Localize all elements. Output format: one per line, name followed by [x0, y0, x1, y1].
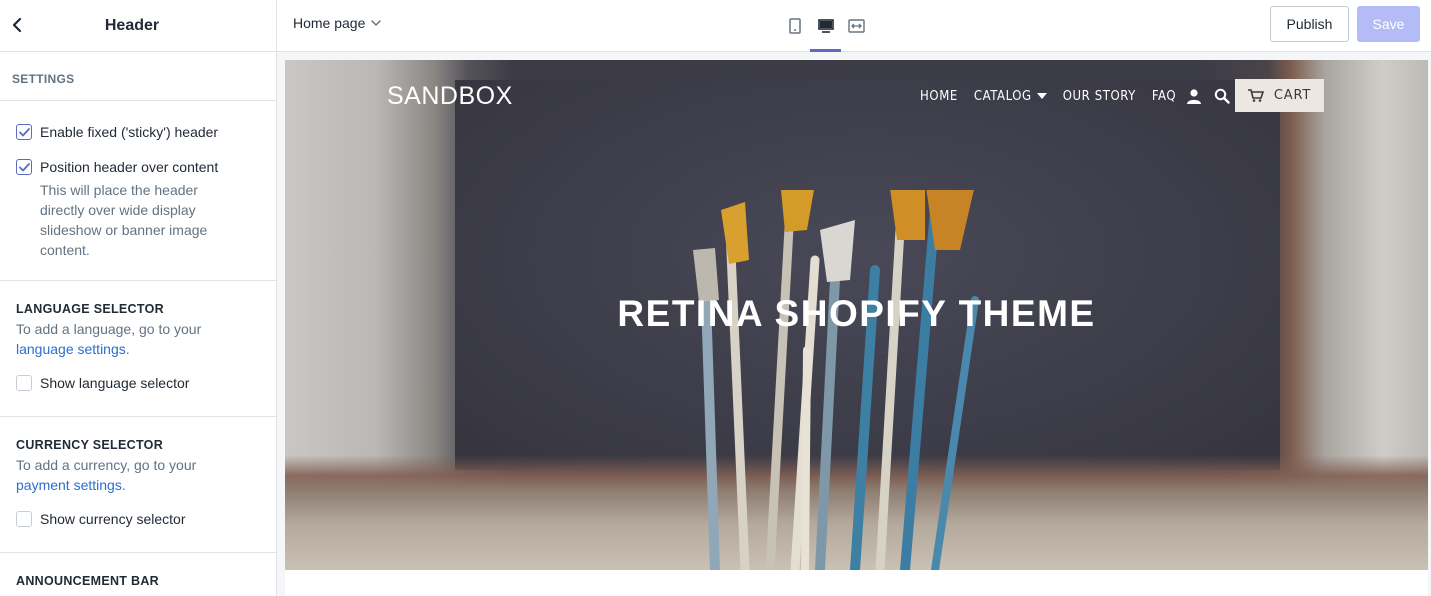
position-header-label: Position header over content — [40, 159, 219, 175]
currency-selector-section: CURRENCY SELECTOR To add a currency, go … — [0, 417, 276, 553]
menu-item-our-story[interactable]: OUR STORY — [1063, 89, 1136, 104]
currency-selector-label: Show currency selector — [40, 511, 186, 527]
currency-help: To add a currency, go to your payment se… — [16, 455, 260, 495]
expand-horizontal-icon — [848, 19, 865, 33]
currency-selector-checkbox[interactable] — [16, 511, 32, 527]
currency-help-text: To add a currency, go to your — [16, 457, 197, 473]
settings-section-header: SETTINGS — [0, 52, 276, 101]
sticky-header-checkbox[interactable] — [16, 124, 32, 140]
cart-label: CART — [1273, 88, 1312, 103]
paintbrushes-illustration — [693, 190, 979, 570]
mobile-icon — [788, 18, 801, 34]
full-width-view-button[interactable] — [841, 0, 872, 52]
store-logo[interactable]: SANDBOX — [387, 82, 513, 111]
cart-button[interactable]: CART — [1235, 79, 1324, 112]
page-selector[interactable]: Home page — [293, 15, 382, 31]
checkmark-icon — [18, 127, 30, 136]
menu-item-catalog[interactable]: CATALOG — [974, 89, 1047, 104]
sidebar-header: Header — [0, 0, 276, 52]
language-selector-checkbox[interactable] — [16, 375, 32, 391]
back-button[interactable] — [6, 12, 28, 38]
settings-caption: SETTINGS — [12, 72, 75, 86]
menu-item-home[interactable]: HOME — [920, 89, 958, 104]
sidebar-title: Header — [104, 16, 160, 34]
caret-down-icon — [1036, 93, 1047, 99]
settings-sidebar: Header SETTINGS Enable fixed ('sticky') … — [0, 0, 277, 596]
language-help-suffix: . — [125, 341, 130, 357]
currency-option: Show currency selector — [16, 510, 260, 528]
position-header-checkbox[interactable] — [16, 159, 32, 175]
payment-settings-link[interactable]: payment settings — [16, 477, 122, 493]
language-selector-section: LANGUAGE SELECTOR To add a language, go … — [0, 281, 276, 417]
desktop-icon — [817, 18, 834, 33]
mobile-view-button[interactable] — [779, 0, 810, 52]
store-header: SANDBOX HOME CATALOG OUR STORY FAQ CART — [285, 60, 1428, 130]
hero-title: RETINA SHOPIFY THEME — [617, 293, 1096, 334]
search-icon[interactable] — [1214, 88, 1230, 104]
currency-caption: CURRENCY SELECTOR — [16, 438, 164, 452]
language-caption: LANGUAGE SELECTOR — [16, 302, 164, 316]
checkmark-icon — [18, 162, 30, 171]
announcement-caption: ANNOUNCEMENT BAR — [16, 574, 159, 588]
cart-icon — [1247, 89, 1264, 102]
currency-help-suffix: . — [121, 477, 126, 493]
theme-preview: SANDBOX HOME CATALOG OUR STORY FAQ CART — [285, 60, 1428, 596]
language-settings-link[interactable]: language settings — [16, 341, 126, 357]
hero-banner-image: SANDBOX HOME CATALOG OUR STORY FAQ CART — [285, 60, 1428, 570]
position-header-help: This will place the header directly over… — [40, 182, 208, 258]
save-button[interactable]: Save — [1357, 6, 1420, 42]
sticky-header-option: Enable fixed ('sticky') header — [16, 123, 260, 141]
language-selector-label: Show language selector — [40, 375, 190, 391]
menu-item-catalog-label: CATALOG — [973, 88, 1032, 104]
page-selector-label: Home page — [293, 15, 366, 31]
device-view-switcher — [779, 0, 872, 52]
desktop-view-button[interactable] — [810, 0, 841, 52]
editor-toolbar: Home page Publish Save — [277, 0, 1431, 52]
sticky-header-label: Enable fixed ('sticky') header — [40, 124, 219, 140]
chevron-down-icon — [371, 20, 382, 26]
header-options-section: Enable fixed ('sticky') header Position … — [0, 101, 276, 281]
publish-button[interactable]: Publish — [1270, 6, 1349, 42]
announcement-bar-section[interactable]: ANNOUNCEMENT BAR — [0, 553, 276, 588]
language-help: To add a language, go to your language s… — [16, 319, 260, 359]
language-option: Show language selector — [16, 374, 260, 392]
account-icon[interactable] — [1186, 88, 1202, 104]
position-header-option: Position header over content — [16, 158, 260, 176]
language-help-text: To add a language, go to your — [16, 321, 202, 337]
chevron-left-icon — [12, 17, 22, 33]
store-main-menu: HOME CATALOG OUR STORY FAQ — [920, 88, 1230, 104]
menu-item-faq[interactable]: FAQ — [1152, 89, 1176, 104]
